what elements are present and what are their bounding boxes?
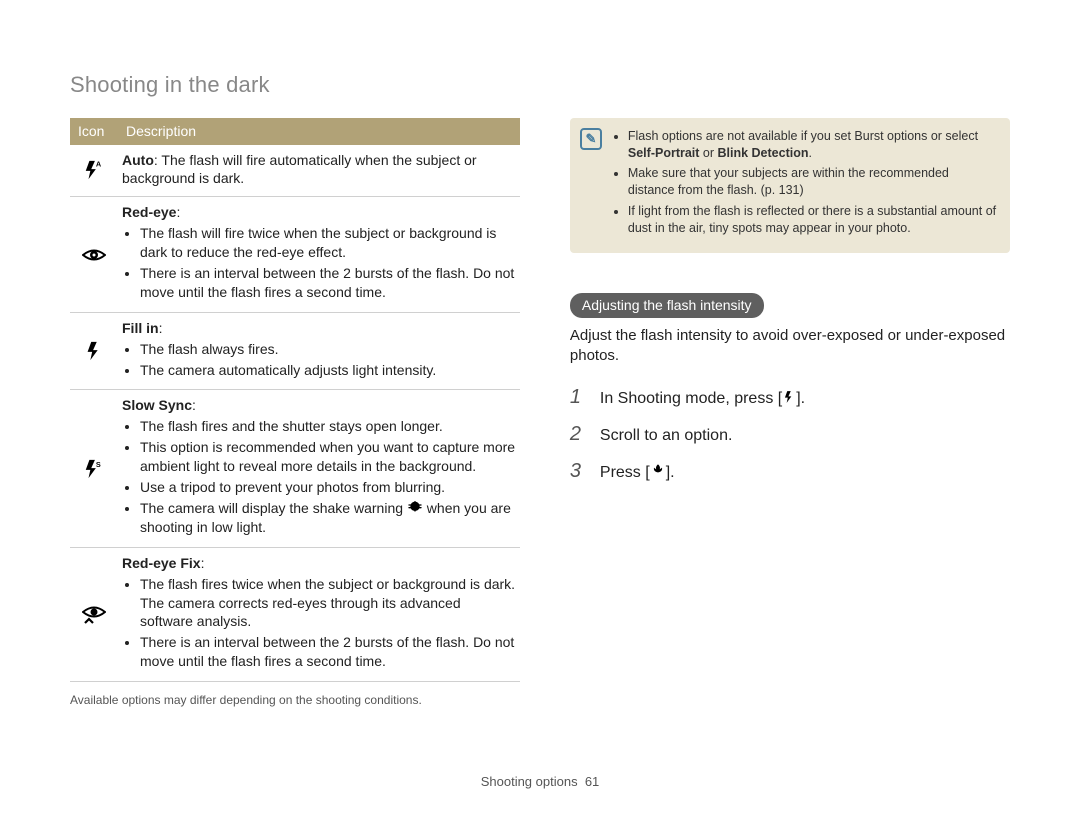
step-number: 1: [570, 384, 588, 411]
flash-icon: [782, 389, 796, 405]
list-item: There is an interval between the 2 burst…: [140, 633, 516, 671]
footer-label: Shooting options: [481, 774, 578, 789]
page-footer: Shooting options 61: [0, 773, 1080, 791]
list-item: There is an interval between the 2 burst…: [140, 264, 516, 302]
step-1: 1 In Shooting mode, press [].: [570, 384, 1010, 411]
step-text: Press [].: [600, 462, 675, 484]
header-icon: Icon: [70, 118, 118, 145]
step-3: 3 Press [].: [570, 458, 1010, 485]
note-item-1: Make sure that your subjects are within …: [628, 165, 998, 199]
row-slow-sync-desc: Slow Sync: The flash fires and the shutt…: [118, 390, 520, 546]
page-title: Shooting in the dark: [70, 70, 1010, 100]
footer-page: 61: [585, 774, 599, 789]
note0-b2: Blink Detection: [718, 146, 809, 160]
note0-post: .: [809, 146, 812, 160]
table-row: A Auto: The flash will fire automaticall…: [70, 145, 520, 198]
note-item-2: If light from the flash is reflected or …: [628, 203, 998, 237]
step-number: 3: [570, 458, 588, 485]
list-item: The flash fires twice when the subject o…: [140, 575, 516, 632]
table-row: S Slow Sync: The flash fires and the shu…: [70, 390, 520, 547]
note0-mid: or: [699, 146, 717, 160]
list-item: The flash will fire twice when the subje…: [140, 224, 516, 262]
svg-text:A: A: [96, 160, 102, 169]
row-red-eye-title: Red-eye: [122, 204, 176, 220]
header-description: Description: [118, 118, 520, 145]
row-auto-desc: Auto: The flash will fire automatically …: [118, 145, 520, 197]
list-item: The camera will display the shake warnin…: [140, 499, 516, 537]
flash-auto-icon: A: [70, 145, 118, 197]
table-row: Red-eye: The flash will fire twice when …: [70, 197, 520, 312]
row-red-eye-fix-desc: Red-eye Fix: The flash fires twice when …: [118, 548, 520, 681]
red-eye-fix-icon: [70, 548, 118, 681]
note-list: Flash options are not available if you s…: [612, 128, 998, 241]
step-2: 2 Scroll to an option.: [570, 421, 1010, 448]
step-text: Scroll to an option.: [600, 425, 733, 447]
red-eye-icon: [70, 197, 118, 311]
row-red-eye-fix-title: Red-eye Fix: [122, 555, 201, 571]
step-number: 2: [570, 421, 588, 448]
macro-icon: [650, 463, 666, 479]
right-column: ✎ Flash options are not available if you…: [570, 118, 1010, 709]
section-heading: Adjusting the flash intensity: [570, 293, 764, 318]
list-item: The flash fires and the shutter stays op…: [140, 417, 516, 436]
row-auto-text: : The flash will fire automatically when…: [122, 152, 477, 187]
note0-b1: Self-Portrait: [628, 146, 700, 160]
svg-text:S: S: [96, 460, 101, 469]
row-slow-sync-title: Slow Sync: [122, 397, 192, 413]
table-row: Red-eye Fix: The flash fires twice when …: [70, 548, 520, 682]
slow-sync-b3-part1: The camera will display the shake warnin…: [140, 500, 407, 516]
section-description: Adjust the flash intensity to avoid over…: [570, 326, 1010, 367]
table-row: Fill in: The flash always fires. The cam…: [70, 313, 520, 391]
note-icon: ✎: [580, 128, 602, 150]
list-item: The flash always fires.: [140, 340, 516, 359]
steps-list: 1 In Shooting mode, press []. 2 Scroll t…: [570, 384, 1010, 485]
list-item: Use a tripod to prevent your photos from…: [140, 478, 516, 497]
list-item: This option is recommended when you want…: [140, 438, 516, 476]
step1-pre: In Shooting mode, press [: [600, 390, 782, 407]
step3-post: ].: [666, 464, 675, 481]
table-footnote: Available options may differ depending o…: [70, 692, 520, 708]
row-red-eye-desc: Red-eye: The flash will fire twice when …: [118, 197, 520, 311]
row-auto-title: Auto: [122, 152, 154, 168]
table-header: Icon Description: [70, 118, 520, 145]
step1-post: ].: [796, 390, 805, 407]
row-fill-in-title: Fill in: [122, 320, 159, 336]
left-column: Icon Description A Auto: The flash will …: [70, 118, 520, 709]
fill-in-icon: [70, 313, 118, 390]
list-item: The camera automatically adjusts light i…: [140, 361, 516, 380]
note-item-0: Flash options are not available if you s…: [628, 128, 998, 162]
note-box: ✎ Flash options are not available if you…: [570, 118, 1010, 253]
slow-sync-icon: S: [70, 390, 118, 546]
step3-pre: Press [: [600, 464, 650, 481]
content-columns: Icon Description A Auto: The flash will …: [70, 118, 1010, 709]
row-fill-in-desc: Fill in: The flash always fires. The cam…: [118, 313, 520, 390]
shake-warning-icon: [407, 499, 423, 515]
note0-pre: Flash options are not available if you s…: [628, 129, 978, 143]
step-text: In Shooting mode, press [].: [600, 388, 805, 410]
